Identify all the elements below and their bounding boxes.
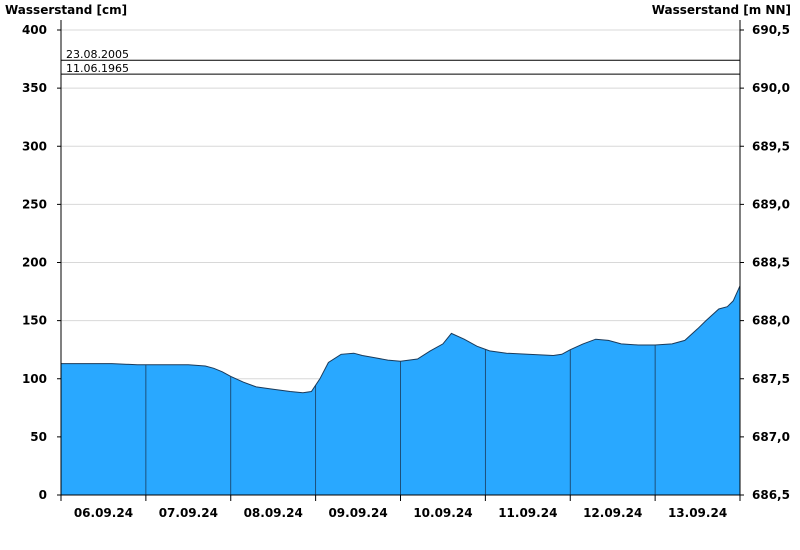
- x-tick-label: 06.09.24: [74, 506, 133, 520]
- x-tick-label: 13.09.24: [668, 506, 727, 520]
- y-tick-label-left: 350: [22, 81, 47, 95]
- reference-line-label: 23.08.2005: [66, 48, 129, 61]
- y-tick-label-left: 250: [22, 197, 47, 211]
- y-tick-label-right: 689,5: [752, 139, 790, 153]
- y-tick-label-left: 100: [22, 372, 47, 386]
- x-tick-label: 09.09.24: [328, 506, 387, 520]
- y-axis-right-label: Wasserstand [m NN]: [652, 3, 791, 17]
- y-tick-label-left: 400: [22, 23, 47, 37]
- y-tick-label-right: 689,0: [752, 197, 790, 211]
- reference-line-label: 11.06.1965: [66, 62, 129, 75]
- y-ticks-right: 686,5 687,0 687,5 688,0 688,5 689,0 689,5 690,0…: [740, 23, 790, 502]
- x-tick-label: 12.09.24: [583, 506, 642, 520]
- y-tick-label-right: 687,5: [752, 372, 790, 386]
- x-tick-label: 11.09.24: [498, 506, 557, 520]
- y-tick-label-left: 300: [22, 139, 47, 153]
- y-tick-label-left: 150: [22, 314, 47, 328]
- x-ticks: 06.09.24 07.09.24 08.09.24 09.09.24 10.09.24…: [60, 495, 741, 520]
- y-tick-label-left: 200: [22, 256, 47, 270]
- y-tick-label-right: 690,5: [752, 23, 790, 37]
- x-tick-label: 10.09.24: [413, 506, 472, 520]
- y-tick-label-right: 690,0: [752, 81, 790, 95]
- y-tick-label-right: 687,0: [752, 430, 790, 444]
- y-axis-left-label: Wasserstand [cm]: [5, 3, 127, 17]
- y-tick-label-right: 686,5: [752, 488, 790, 502]
- y-tick-label-right: 688,0: [752, 314, 790, 328]
- water-level-chart: Wasserstand [cm] Wasserstand [m NN] 23.0…: [5, 3, 791, 520]
- y-tick-label-left: 50: [30, 430, 47, 444]
- x-tick-label: 08.09.24: [244, 506, 303, 520]
- y-ticks-left: 0 50 100 150 200 250 300 350 400: [22, 23, 61, 502]
- y-tick-label-right: 688,5: [752, 256, 790, 270]
- y-tick-label-left: 0: [39, 488, 47, 502]
- x-tick-label: 07.09.24: [159, 506, 218, 520]
